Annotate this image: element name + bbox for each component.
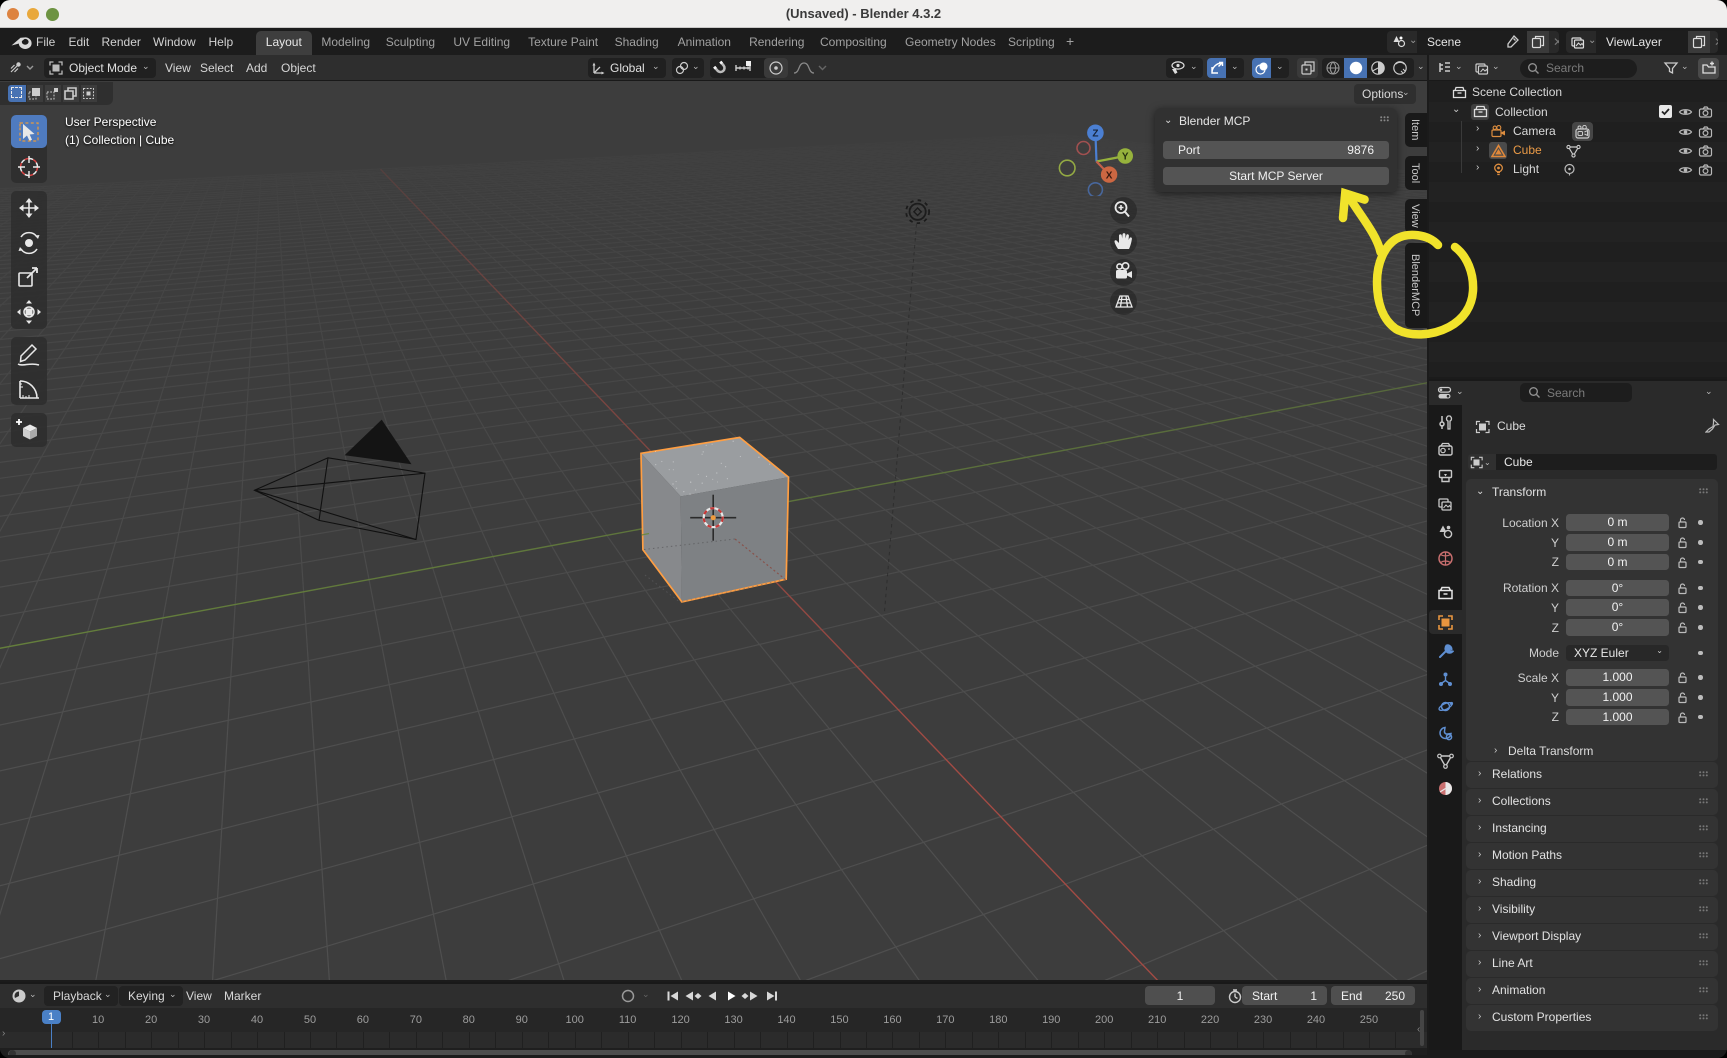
svg-text:Z: Z: [1092, 129, 1098, 140]
svg-text:X: X: [1106, 170, 1113, 181]
svg-text:Y: Y: [1122, 152, 1129, 163]
